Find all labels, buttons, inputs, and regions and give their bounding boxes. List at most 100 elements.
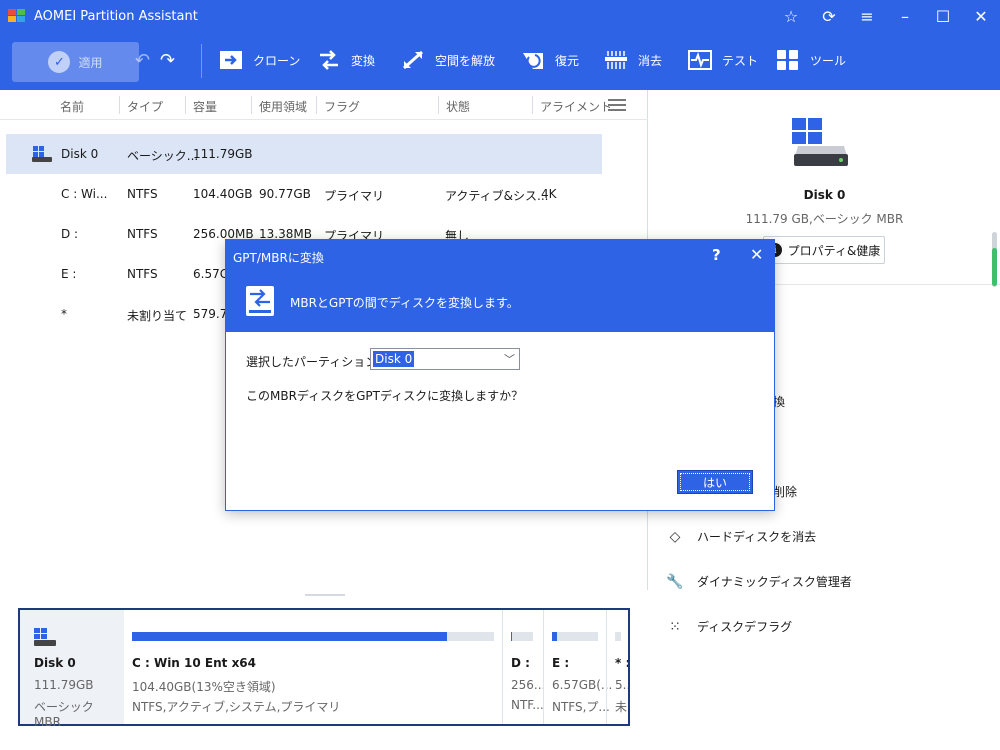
usage-fill: [511, 632, 512, 641]
disk-map-disk-cell[interactable]: Disk 0 111.79GB ベーシック MBR: [20, 610, 124, 729]
row-name: D :: [61, 227, 79, 241]
column-name[interactable]: 名前: [60, 98, 84, 115]
usage-fill: [552, 632, 557, 641]
row-type: NTFS: [127, 227, 158, 241]
convert-icon: [320, 50, 338, 70]
partition-select[interactable]: Disk 0 ﹀: [370, 348, 520, 370]
properties-label: プロパティ&健康: [787, 243, 881, 258]
favorite-star-icon[interactable]: ☆: [772, 0, 810, 32]
op-disk-defrag[interactable]: ⁙ ディスクデフラグ: [667, 618, 792, 635]
toolbar-test-button[interactable]: テスト: [688, 49, 758, 71]
partition-block-e[interactable]: E : 6.57GB(... NTFS,プ...: [544, 610, 612, 724]
usage-fill: [132, 632, 447, 641]
column-settings-icon[interactable]: [608, 99, 626, 111]
column-alignment[interactable]: アライメント: [540, 98, 612, 115]
map-disk-name: Disk 0: [34, 656, 76, 670]
partition-size: 104.40GB(13%空き領域): [132, 680, 276, 694]
window-title: AOMEI Partition Assistant: [34, 8, 198, 24]
chevron-down-icon: ﹀: [504, 353, 515, 366]
toolbar-clone-label: クローン: [253, 53, 301, 68]
toolbar-divider: [201, 44, 202, 78]
test-icon: [688, 50, 712, 70]
row-type: NTFS: [127, 267, 158, 281]
partition-size: 5...: [615, 678, 628, 692]
menu-icon[interactable]: ≡: [848, 0, 886, 32]
undo-icon[interactable]: ↶: [135, 50, 150, 71]
convert-disk-icon: [246, 286, 274, 316]
free-space-icon: [403, 50, 423, 70]
row-name: Disk 0: [61, 147, 99, 161]
partition-select-label: 選択したパーティション：: [246, 355, 390, 369]
column-status[interactable]: 状態: [446, 98, 470, 115]
refresh-icon[interactable]: ⟳: [810, 0, 848, 32]
minimize-icon[interactable]: –: [886, 0, 924, 32]
apply-button[interactable]: ✓ 適用: [12, 42, 139, 82]
partition-fs: 未...: [615, 700, 628, 714]
selected-disk-info: 111.79 GB,ベーシック MBR: [745, 212, 904, 226]
clone-icon: [220, 51, 242, 69]
defrag-icon: ⁙: [669, 618, 681, 635]
app-logo-icon: [8, 9, 26, 23]
op-delete-partial[interactable]: 削除: [773, 483, 797, 500]
row-alignment: 4K: [541, 187, 557, 201]
recover-icon: [523, 53, 543, 69]
toolbar-wipe-button[interactable]: 消去: [604, 49, 662, 71]
dialog-title: GPT/MBRに変換: [233, 251, 324, 265]
help-icon[interactable]: ?: [712, 246, 721, 264]
dialog-banner: MBRとGPTの間でディスクを変換します。: [226, 272, 774, 332]
toolbar-tools-label: ツール: [810, 53, 847, 68]
column-type[interactable]: タイプ: [127, 98, 163, 115]
yes-button[interactable]: はい: [677, 470, 753, 494]
properties-health-button[interactable]: i プロパティ&健康: [763, 236, 885, 264]
check-icon: ✓: [48, 51, 71, 73]
close-window-icon[interactable]: ✕: [962, 0, 1000, 32]
toolbar-recover-button[interactable]: 復元: [521, 49, 579, 71]
right-scrollbar-indicator: [992, 248, 997, 286]
splitter-handle[interactable]: [305, 594, 345, 596]
op-wipe-hard-disk[interactable]: ◇ ハードディスクを消去: [667, 528, 817, 545]
op-dynamic-disk-manager[interactable]: 🔧 ダイナミックディスク管理者: [666, 573, 852, 590]
op-wipe-label: ハードディスクを消去: [697, 530, 817, 544]
column-capacity[interactable]: 容量: [193, 98, 217, 115]
row-flag: プライマリ: [324, 189, 385, 203]
toolbar-test-label: テスト: [722, 53, 759, 68]
table-row[interactable]: C : Wi... NTFS 104.40GB 90.77GB プライマリ アク…: [6, 174, 602, 214]
table-row[interactable]: Disk 0 ベーシック... 111.79GB: [6, 134, 602, 174]
column-header: 名前 タイプ 容量 使用領域 フラグ 状態 アライメント: [0, 90, 648, 120]
toolbar-recover-label: 復元: [555, 53, 580, 68]
map-disk-size: 111.79GB: [34, 678, 94, 692]
toolbar-tools-button[interactable]: ツール: [776, 49, 846, 71]
partition-block-unallocated[interactable]: * : 5... 未...: [607, 610, 628, 724]
partition-fs: NTFS,アクティブ,システム,プライマリ: [132, 700, 341, 714]
disk-map: Disk 0 111.79GB ベーシック MBR C : Win 10 Ent…: [18, 608, 630, 729]
toolbar-convert-button[interactable]: 変換: [317, 49, 375, 71]
toolbar-free-space-button[interactable]: 空間を解放: [401, 49, 495, 71]
redo-icon[interactable]: ↷: [160, 50, 175, 71]
toolbar-wipe-label: 消去: [638, 53, 663, 68]
partition-block-c[interactable]: C : Win 10 Ent x64 104.40GB(13%空き領域) NTF…: [124, 610, 502, 724]
dialog-description: MBRとGPTの間でディスクを変換します。: [290, 296, 519, 310]
column-flag[interactable]: フラグ: [324, 98, 360, 115]
partition-block-d[interactable]: D : 256... NTF...: [503, 610, 545, 724]
row-type: ベーシック...: [127, 149, 199, 163]
row-used: 90.77GB: [259, 187, 311, 201]
partition-select-value: Disk 0: [373, 351, 415, 367]
selected-disk-name: Disk 0: [803, 188, 846, 202]
row-name: C : Wi...: [61, 187, 108, 201]
usage-bar: [132, 632, 494, 641]
tools-icon: [777, 50, 798, 70]
wipe-icon: [605, 51, 627, 69]
title-bar: AOMEI Partition Assistant ☆ ⟳ ≡ – ☐ ✕: [0, 0, 1000, 32]
apply-label: 適用: [78, 55, 103, 70]
column-used[interactable]: 使用領域: [259, 98, 307, 115]
row-type: NTFS: [127, 187, 158, 201]
row-capacity: 104.40GB: [193, 187, 253, 201]
maximize-icon[interactable]: ☐: [924, 0, 962, 32]
toolbar-clone-button[interactable]: クローン: [219, 49, 300, 71]
convert-gpt-mbr-dialog: GPT/MBRに変換 ? ✕ MBRとGPTの間でディスクを変換します。 選択し…: [225, 239, 775, 511]
row-name: *: [61, 307, 67, 321]
row-capacity: 111.79GB: [193, 147, 253, 161]
close-icon[interactable]: ✕: [750, 245, 763, 264]
disk-icon: [32, 146, 52, 162]
toolbar: ✓ 適用 ↶ ↷ クローン 変換 空間を解放 復元 消去 テスト ツール: [0, 32, 1000, 90]
